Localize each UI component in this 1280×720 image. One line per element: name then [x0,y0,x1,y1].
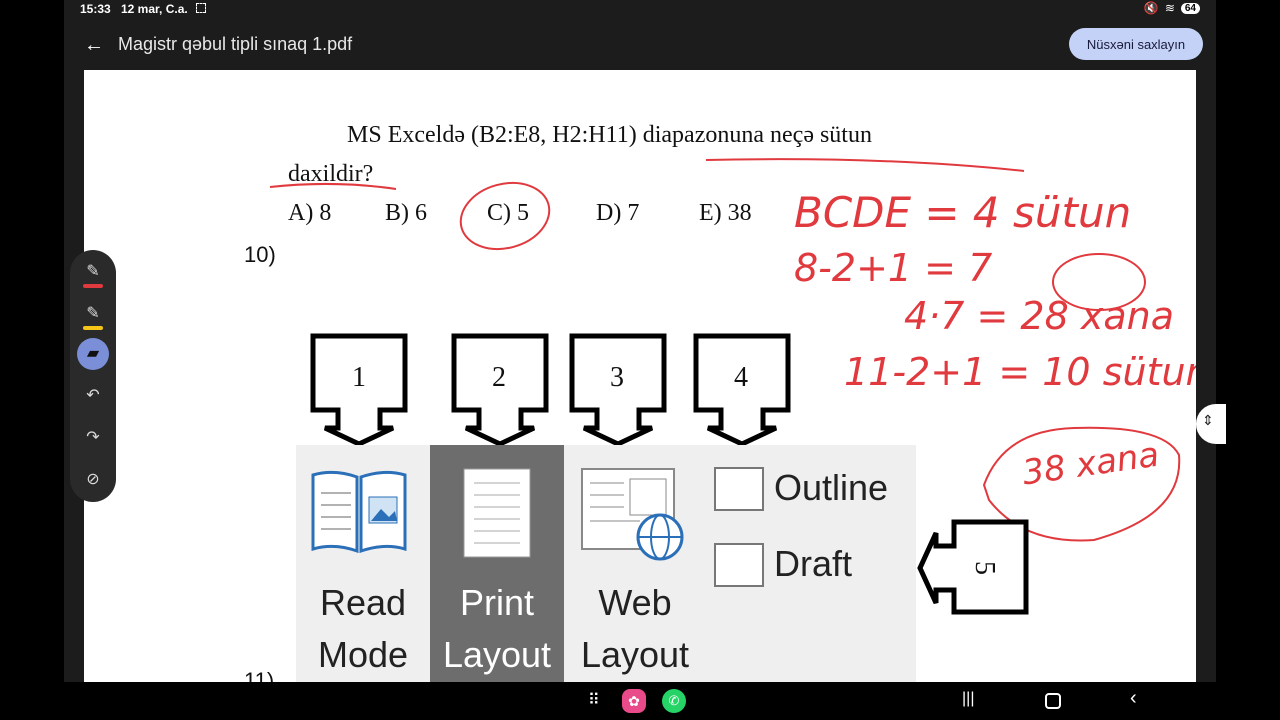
web-layout-label-1: Web [598,582,672,623]
word-views-ribbon: Read Mode Print Layout Web Layout Outlin… [296,445,916,682]
hide-icon[interactable]: ⊘ [77,464,109,496]
back-arrow-icon[interactable]: ← [84,34,104,57]
wifi-icon: ≋ [1164,1,1175,15]
read-mode-label-1: Read [319,582,407,623]
app-bar: ← Magistr qəbul tipli sınaq 1.pdf Nüsxən… [64,22,1216,68]
recents-icon[interactable]: ||| [962,690,974,708]
save-copy-button[interactable]: Nüsxəni saxlayın [1069,28,1203,60]
underline-stroke [705,158,1025,172]
whatsapp-icon[interactable]: ✆ [662,689,686,713]
highlighter-icon[interactable]: ✎ [77,298,109,330]
document-title: Magistr qəbul tipli sınaq 1.pdf [118,34,353,54]
gallery-app-icon[interactable]: ✿ [622,689,646,713]
answer-circle [459,181,551,251]
screenshot-icon [196,3,206,13]
note-line-3: 4·7 = 28 xana [904,294,1175,338]
mute-icon: 🔇 [1143,1,1159,15]
pdf-page[interactable]: MS Exceldə (B2:E8, H2:H11) diapazonuna n… [84,70,1196,682]
read-mode-label-2: Mode [317,634,409,675]
book-icon [311,470,407,554]
draft-icon [714,543,764,587]
status-date: 12 mar, C.a. [121,2,188,16]
callout-4-label: 4 [734,362,748,393]
expand-icon: ⇕ [1202,412,1214,428]
note-line-2: 8-2+1 = 7 [794,246,993,290]
callout-2-label: 2 [492,362,506,393]
callout-5-label: 5 [969,561,1000,575]
annotation-toolbar: ✎ ✎ ▰ ↶ ↷ ⊘ [70,250,116,502]
read-mode-button[interactable]: Read Mode [296,445,430,682]
system-nav-bar: ⠿ ✿ ✆ ||| ‹ [64,682,1216,720]
underline-stroke [269,182,397,190]
outline-icon [714,467,764,511]
outline-button[interactable]: Outline [774,467,888,509]
callout-1-label: 1 [352,362,366,393]
status-bar: 15:33 12 mar, C.a. 🔇 ≋ 64 [64,0,1216,18]
print-layout-button[interactable]: Print Layout [430,445,564,682]
status-time: 15:33 [80,2,111,16]
undo-icon[interactable]: ↶ [77,380,109,412]
home-icon[interactable] [1045,693,1061,709]
web-page-icon [581,468,684,561]
back-icon[interactable]: ‹ [1130,687,1137,710]
web-layout-button[interactable]: Web Layout [568,445,702,682]
device-screen: 15:33 12 mar, C.a. 🔇 ≋ 64 ← Magistr qəbu… [64,0,1216,720]
draft-button[interactable]: Draft [774,543,852,585]
apps-icon[interactable]: ⠿ [588,690,600,710]
page-icon [463,468,531,558]
redo-icon[interactable]: ↷ [77,422,109,454]
callout-3-label: 3 [610,362,624,393]
print-layout-label-2: Layout [442,634,552,675]
print-layout-label-1: Print [459,582,535,623]
pen-icon[interactable]: ✎ [77,256,109,288]
battery-badge: 64 [1180,2,1200,14]
eraser-icon[interactable]: ▰ [77,338,109,370]
note-line-1: BCDE = 4 sütun [794,188,1132,237]
web-layout-label-2: Layout [580,634,690,675]
note-line-4: 11-2+1 = 10 sütun [844,350,1196,394]
